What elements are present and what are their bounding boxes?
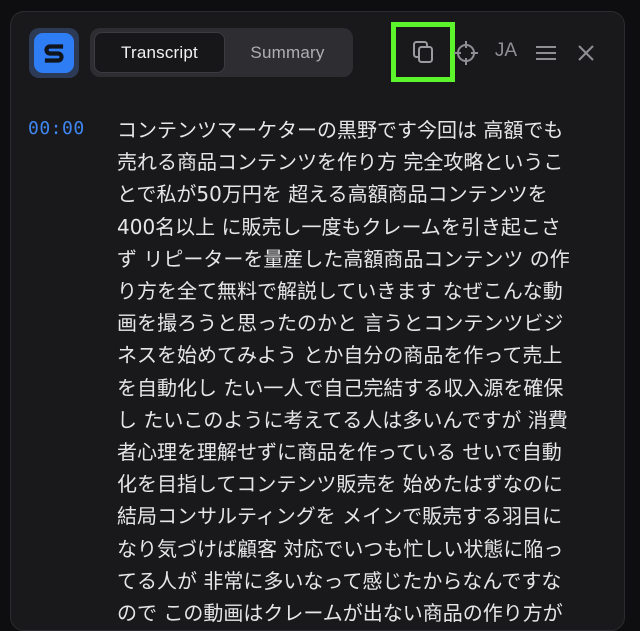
transcript-text: コンテンツマーケターの黒野です今回は 高額でも 売れる商品コンテンツを作り方 完… <box>117 114 613 629</box>
transcript-line: 結局コンサルティングを メインで販売する羽目に <box>117 504 563 529</box>
transcript-line: 売れる商品コンテンツを作り方 完全攻略というこ <box>117 150 564 175</box>
language-button[interactable]: JA <box>489 36 523 66</box>
transcript-line: 者心理を理解せずに商品を作っている せいで自動 <box>117 440 562 465</box>
tab-transcript[interactable]: Transcript <box>94 32 225 73</box>
app-logo <box>29 28 79 78</box>
transcript-line: なり気づけば顧客 対応でいつも忙しい状態に陥っ <box>117 536 564 561</box>
transcript-line: 400名以上 に販売し一度もクレームを引き起こさ <box>117 214 561 239</box>
timestamp-link[interactable]: 00:00 <box>28 118 85 139</box>
s-logo-icon <box>44 44 64 63</box>
transcript-content[interactable]: 00:00 コンテンツマーケターの黒野です今回は 高額でも 売れる商品コンテンツ… <box>11 108 624 630</box>
transcript-line: 化を目指してコンテンツ販売を 始めたはずなのに <box>117 472 563 497</box>
transcript-line: てる人が 非常に多いなって感じたからなんですな <box>117 568 562 593</box>
menu-button[interactable] <box>531 38 561 68</box>
panel-header: Transcript Summary JA <box>11 12 624 92</box>
transcript-line: ず リピーターを量産した高額商品コンテンツ の作 <box>117 246 570 271</box>
logo-mark <box>34 33 74 73</box>
menu-icon <box>536 46 556 60</box>
copy-button[interactable] <box>391 22 455 82</box>
tab-transcript-label: Transcript <box>121 42 198 62</box>
transcript-line: とで私が50万円を 超える高額商品コンテンツを <box>117 182 548 207</box>
view-tabs: Transcript Summary <box>90 28 353 77</box>
transcript-line: し たいこのように考えてる人は多いんですが 消費 <box>117 407 568 432</box>
close-button[interactable] <box>571 38 601 68</box>
tab-summary[interactable]: Summary <box>226 32 349 73</box>
language-label: JA <box>494 40 518 61</box>
crosshair-icon <box>454 41 478 65</box>
focus-button[interactable] <box>451 38 481 68</box>
transcript-line: ので この動画はクレームが出ない商品の作り方が <box>117 601 563 626</box>
transcript-line: ネスを始めてみよう とか自分の商品を作って売上 <box>117 343 563 368</box>
transcript-line: コンテンツマーケターの黒野です今回は 高額でも <box>117 118 564 142</box>
transcript-line: を自動化し たい一人で自己完結する収入源を確保 <box>117 375 564 400</box>
copy-icon <box>413 41 433 63</box>
close-icon <box>578 45 594 61</box>
transcript-line: り方を全て無料で解説していきます なぜこんな動 <box>117 279 563 304</box>
transcript-panel: Transcript Summary JA 00:00 コンテンツマーケターの黒… <box>10 11 625 631</box>
tab-summary-label: Summary <box>250 42 325 62</box>
transcript-line: 画を撮ろうと思ったのかと 言うとコンテンツビジ <box>117 311 564 336</box>
